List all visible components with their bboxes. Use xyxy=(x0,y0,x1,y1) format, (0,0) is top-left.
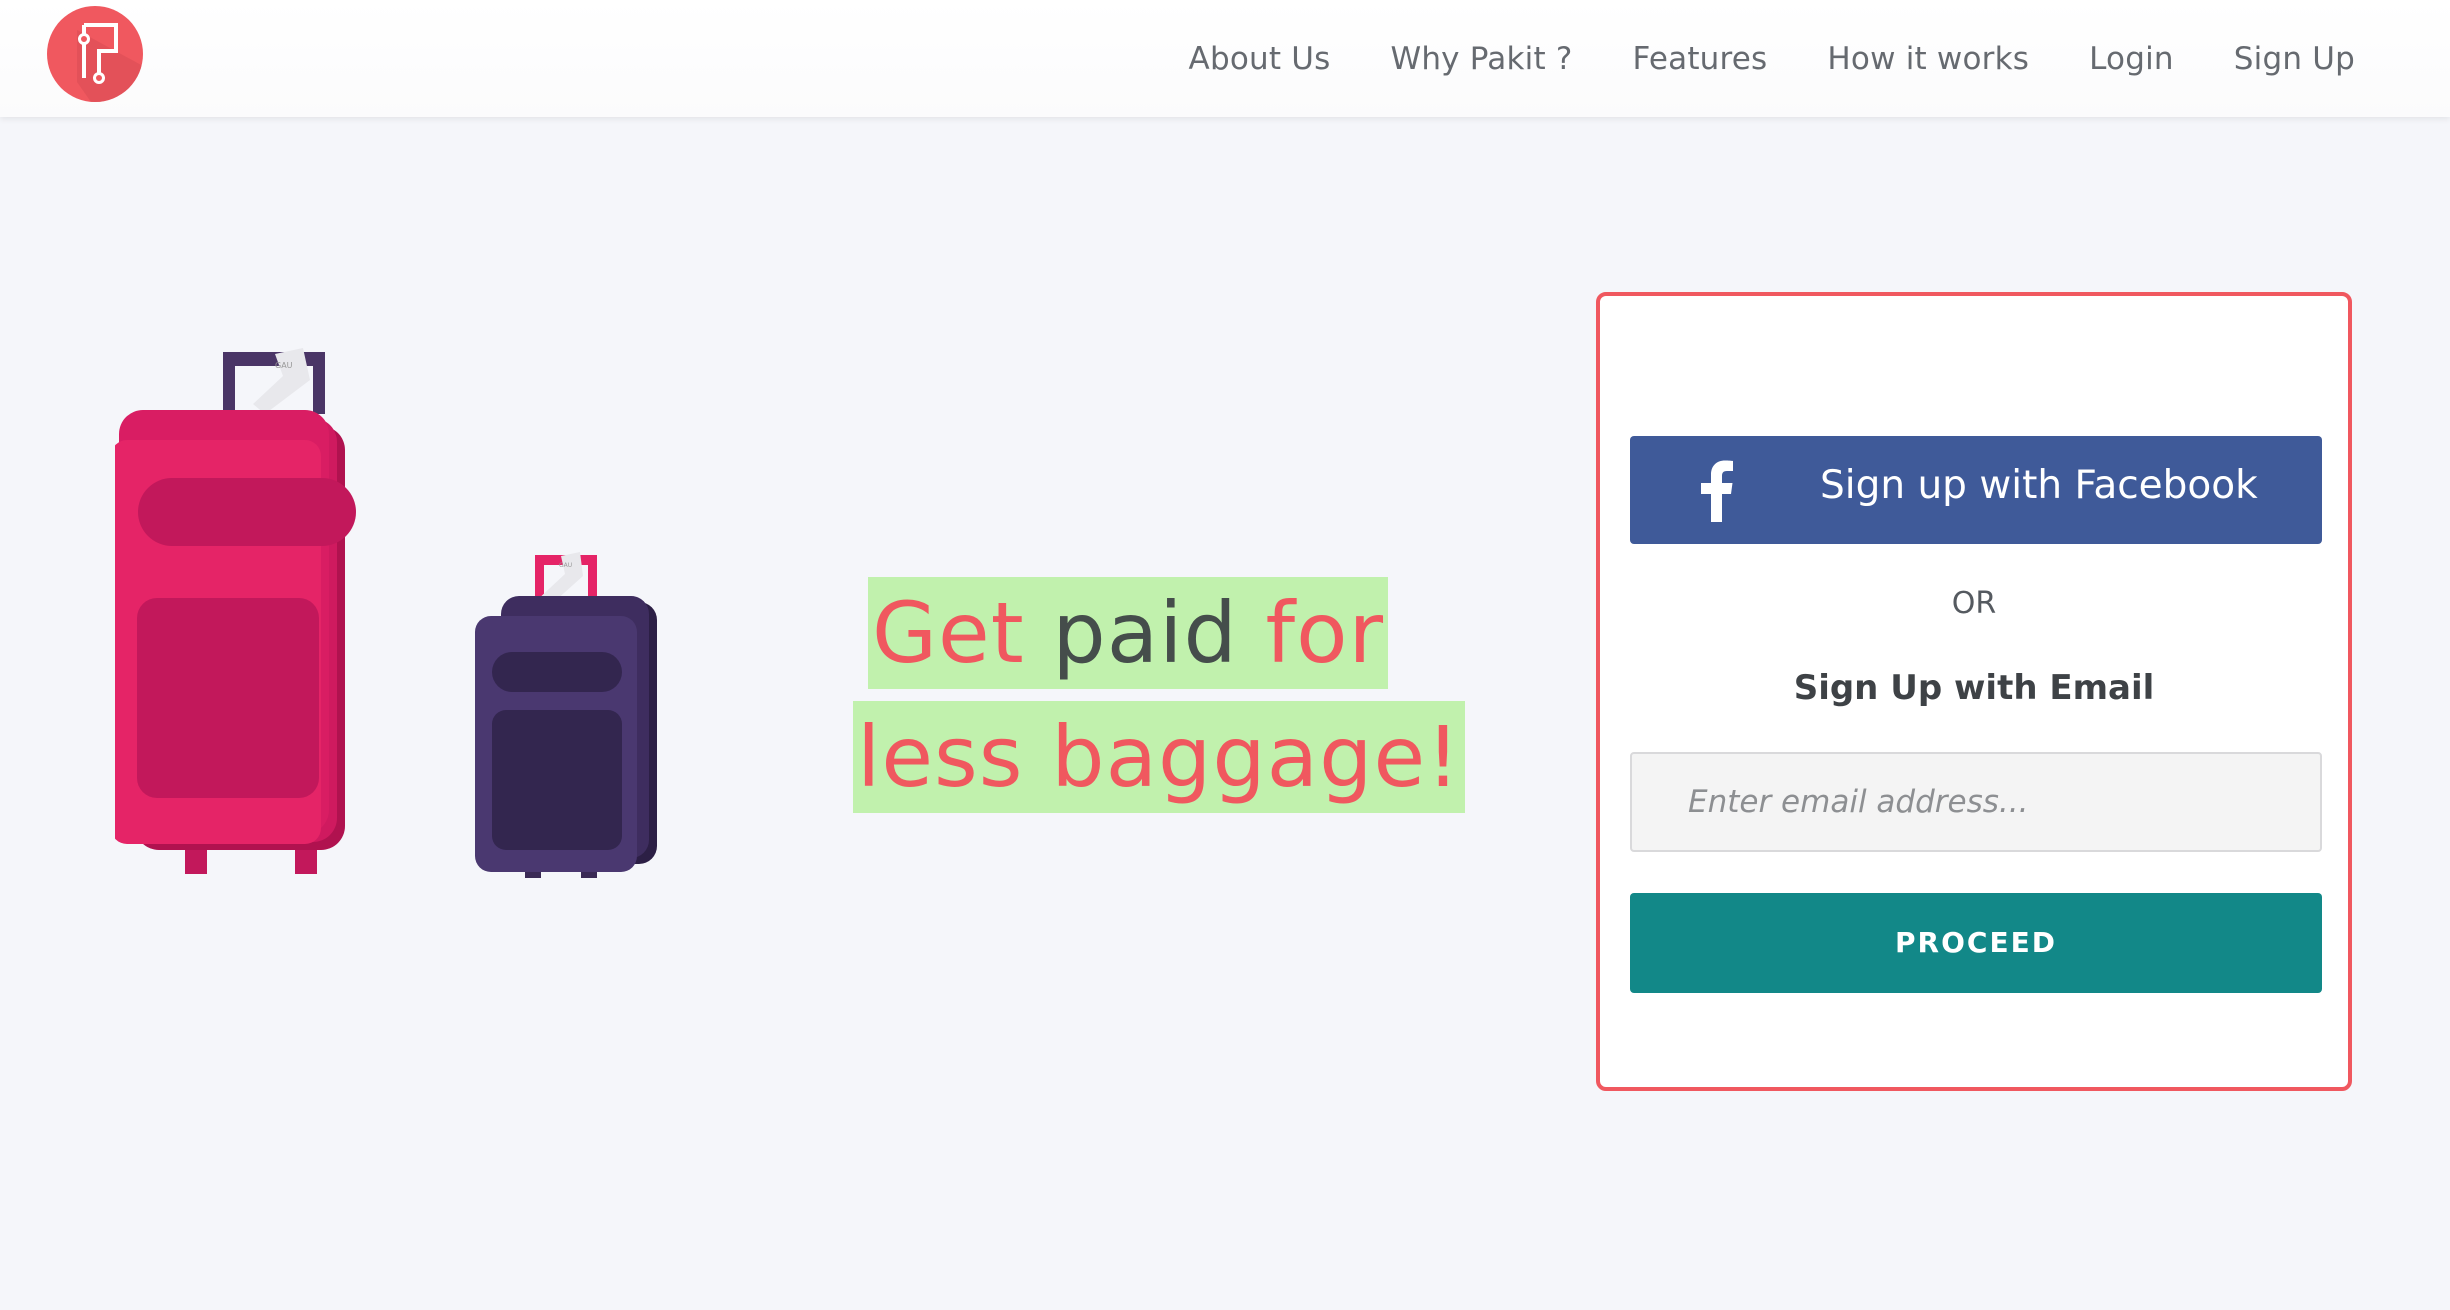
nav-how-it-works[interactable]: How it works xyxy=(1827,41,2029,77)
site-header: About Us Why Pakit ? Features How it wor… xyxy=(0,0,2450,117)
pakit-logo-icon[interactable] xyxy=(47,6,143,102)
nav-login[interactable]: Login xyxy=(2089,41,2174,77)
email-input[interactable] xyxy=(1630,752,2322,852)
email-signup-heading: Sign Up with Email xyxy=(1793,668,2155,708)
tagline-word-for: for xyxy=(1265,584,1385,682)
nav-about-us[interactable]: About Us xyxy=(1189,41,1331,77)
facebook-signup-label: Sign up with Facebook xyxy=(1820,463,2258,508)
or-divider: OR xyxy=(1951,586,1997,621)
proceed-button[interactable]: PROCEED xyxy=(1630,893,2322,993)
facebook-signup-button[interactable]: Sign up with Facebook xyxy=(1630,436,2322,544)
tagline-word-get: Get xyxy=(871,584,1025,682)
main-nav: About Us Why Pakit ? Features How it wor… xyxy=(1129,0,2355,117)
nav-features[interactable]: Features xyxy=(1633,41,1768,77)
tagline-line-1: Get paid for xyxy=(867,577,1389,689)
svg-text:GAU: GAU xyxy=(275,361,293,370)
facebook-icon xyxy=(1701,460,1733,522)
tagline-line-2: less baggage! xyxy=(853,701,1465,813)
signup-card: Sign up with Facebook OR Sign Up with Em… xyxy=(1596,292,2352,1091)
hero-tagline: Get paid for less baggage! xyxy=(853,573,1465,821)
nav-sign-up[interactable]: Sign Up xyxy=(2234,41,2355,77)
svg-text:GAU: GAU xyxy=(559,562,572,569)
nav-why-pakit[interactable]: Why Pakit ? xyxy=(1390,41,1572,77)
luggage-illustration: GAU GAU xyxy=(111,340,685,900)
tagline-word-paid: paid xyxy=(1052,584,1238,682)
